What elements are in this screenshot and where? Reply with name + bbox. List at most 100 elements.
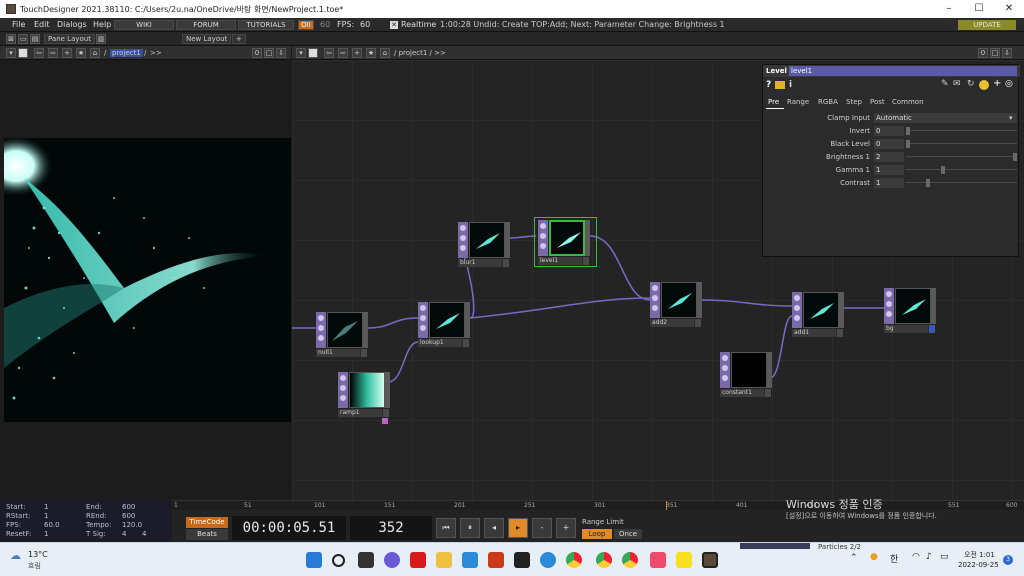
weather-icon[interactable]: ☁	[10, 549, 21, 562]
pane-type-icon[interactable]	[18, 48, 28, 58]
gamma-slider[interactable]	[941, 166, 945, 174]
loop-toggle[interactable]: Loop	[582, 529, 612, 539]
weather-temp[interactable]: 13°C	[28, 550, 48, 559]
net-add-icon[interactable]: +	[352, 48, 362, 58]
chevron-down-icon[interactable]: ▾	[1009, 114, 1013, 122]
step-back-button[interactable]: ◂	[484, 518, 504, 538]
kakaotalk-icon[interactable]	[676, 552, 692, 568]
minimize-button[interactable]: –	[934, 0, 964, 18]
rstart-value[interactable]: 1	[44, 512, 48, 520]
invert-field[interactable]: 0	[874, 126, 904, 136]
comment-icon[interactable]: ✉	[953, 79, 961, 89]
realtime-checkbox[interactable]: ✕	[390, 21, 398, 29]
brightness-field[interactable]: 2	[874, 152, 904, 162]
tutorials-button[interactable]: TUTORIALS	[238, 20, 294, 30]
net-forward-icon[interactable]: ⇨	[338, 48, 348, 58]
pane-split-icon[interactable]: ⇩	[276, 48, 286, 58]
panel-icon[interactable]: ▤	[30, 34, 40, 44]
menu-help[interactable]: Help	[93, 20, 111, 29]
color-icon[interactable]	[979, 80, 989, 90]
beats-toggle[interactable]: Beats	[186, 529, 228, 540]
expand-icon[interactable]: ⊠	[6, 34, 16, 44]
frame-display[interactable]: 352	[350, 516, 432, 540]
office-icon[interactable]	[488, 552, 504, 568]
star-icon[interactable]: ★	[76, 48, 86, 58]
preview-thumbnail[interactable]	[740, 543, 810, 549]
path-project1[interactable]: project1	[110, 49, 143, 57]
touchdesigner-icon[interactable]	[702, 552, 718, 568]
clock-time[interactable]: 오전 1:01	[964, 550, 995, 560]
weather-desc[interactable]: 흐림	[28, 561, 41, 571]
play-button[interactable]: ▸	[508, 518, 528, 538]
oii-button[interactable]: OII	[298, 20, 314, 30]
tab-step[interactable]: Step	[846, 98, 862, 106]
back-icon[interactable]: ⇦	[34, 48, 44, 58]
add-icon[interactable]: +	[62, 48, 72, 58]
timecode-display[interactable]: 00:00:05.51	[232, 516, 346, 540]
mail-icon[interactable]	[462, 552, 478, 568]
step-plus-button[interactable]: +	[556, 518, 576, 538]
chrome-icon[interactable]	[566, 552, 582, 568]
update-button[interactable]: UPDATE	[958, 20, 1016, 30]
battery-icon[interactable]: ▭	[940, 552, 949, 562]
maximize-button[interactable]: ☐	[964, 0, 994, 18]
tab-rgba[interactable]: RGBA	[818, 98, 838, 106]
chevron-up-icon[interactable]: ⌃	[850, 553, 858, 563]
chrome-profile2-icon[interactable]	[622, 552, 638, 568]
invert-slider[interactable]	[906, 127, 910, 135]
music-icon[interactable]	[650, 552, 666, 568]
start-value[interactable]: 1	[44, 503, 48, 511]
wiki-button[interactable]: WIKI	[114, 20, 174, 30]
net-pane-type-icon[interactable]	[308, 48, 318, 58]
home-icon[interactable]: ⌂	[90, 48, 100, 58]
node-add1[interactable]: add1	[792, 292, 844, 342]
menu-edit[interactable]: Edit	[34, 20, 50, 29]
split-icon[interactable]: ▭	[18, 34, 28, 44]
net-pane-maximize-icon[interactable]: □	[990, 48, 1000, 58]
settings-icon[interactable]: ◎	[1005, 79, 1013, 89]
netflix-icon[interactable]	[410, 552, 426, 568]
forward-icon[interactable]: ⇨	[48, 48, 58, 58]
clamp-input-dropdown[interactable]: Automatic	[874, 113, 1017, 123]
op-name-field[interactable]: level1	[789, 66, 1017, 76]
wifi-icon[interactable]: ◠	[912, 552, 920, 562]
net-path[interactable]: / project1 / >>	[394, 49, 446, 57]
node-level1[interactable]: level1	[538, 220, 590, 270]
new-layout-button[interactable]: New Layout	[182, 34, 232, 44]
pane-layout-button[interactable]: Pane Layout	[44, 34, 95, 44]
contrast-slider[interactable]	[926, 179, 930, 187]
tsig-b[interactable]: 4	[142, 530, 146, 538]
ime-indicator[interactable]: 한	[890, 552, 898, 565]
menu-file[interactable]: File	[12, 20, 25, 29]
node-blur1[interactable]: blur1	[458, 222, 510, 272]
close-button[interactable]: ✕	[994, 0, 1024, 18]
start-icon[interactable]	[306, 552, 322, 568]
pause-button[interactable]: ⏸	[460, 518, 480, 538]
chat-icon[interactable]	[384, 552, 400, 568]
viewer-pane[interactable]	[0, 60, 291, 500]
node-constant1[interactable]: constant1	[720, 352, 772, 402]
timeline-ruler[interactable]: 1 51 101 151 201 251 301 351 401 451 551…	[172, 500, 1024, 511]
net-pane-menu-icon[interactable]: ▾	[296, 48, 306, 58]
path-forward[interactable]: >>	[150, 49, 162, 57]
contrast-field[interactable]: 1	[874, 178, 904, 188]
file-explorer-icon[interactable]	[436, 552, 452, 568]
edit-icon[interactable]: ✎	[941, 79, 949, 89]
python-icon[interactable]	[775, 81, 785, 89]
tab-pre[interactable]: Pre	[768, 98, 779, 106]
notion-icon[interactable]	[514, 552, 530, 568]
resetf-value[interactable]: 1	[44, 530, 48, 538]
rend-value[interactable]: 600	[122, 512, 135, 520]
edge-icon[interactable]	[540, 552, 556, 568]
brightness-slider[interactable]	[1013, 153, 1017, 161]
pane-menu-icon[interactable]: ▾	[6, 48, 16, 58]
add-param-icon[interactable]: +	[993, 78, 1001, 89]
net-back-icon[interactable]: ⇦	[324, 48, 334, 58]
notification-badge[interactable]: 3	[1003, 555, 1013, 565]
step-minus-button[interactable]: -	[532, 518, 552, 538]
net-pane-split-icon[interactable]: ⇩	[1002, 48, 1012, 58]
tab-common[interactable]: Common	[892, 98, 924, 106]
add-layout-button[interactable]: +	[232, 34, 246, 44]
rewind-button[interactable]: ⏮	[436, 518, 456, 538]
forum-button[interactable]: FORUM	[176, 20, 236, 30]
